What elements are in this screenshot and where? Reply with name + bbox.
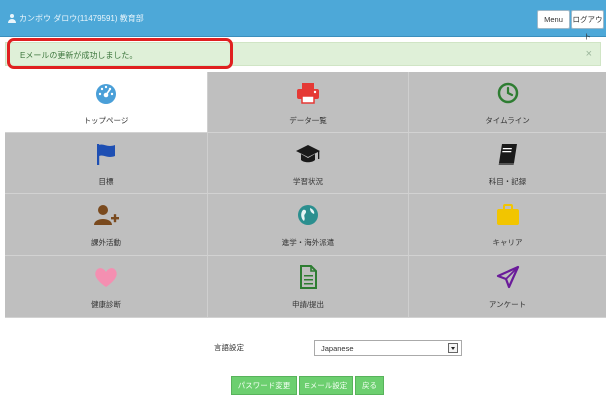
language-label: 言語設定: [214, 343, 244, 352]
tile-label: 申請/提出: [291, 300, 325, 309]
tile-subjects-records[interactable]: 科目・記録: [409, 133, 606, 194]
tile-study-status[interactable]: 学習状況: [208, 133, 409, 194]
paper-plane-icon: [494, 264, 522, 290]
tile-label: 課外活動: [91, 238, 121, 247]
flag-icon: [92, 141, 120, 167]
back-button[interactable]: 戻る: [355, 376, 384, 395]
document-icon: [294, 264, 322, 290]
tile-label: 科目・記録: [488, 177, 527, 186]
highlight-annotation: [7, 38, 233, 69]
globe-icon: [294, 202, 322, 228]
tile-data-list[interactable]: データ一覧: [208, 72, 409, 133]
tile-application-submission[interactable]: 申請/提出: [208, 256, 409, 318]
tile-label: アンケート: [488, 300, 527, 309]
tile-survey[interactable]: アンケート: [409, 256, 606, 318]
user-info: カンボウ ダロウ(11479591) 教育部: [8, 13, 144, 24]
tile-label: 進学・海外派遣: [281, 238, 335, 247]
user-icon: [8, 14, 16, 23]
tile-extracurricular[interactable]: 課外活動: [5, 194, 208, 256]
chevron-down-icon: [448, 343, 458, 353]
language-select[interactable]: Japanese: [314, 340, 462, 356]
close-icon[interactable]: ×: [586, 48, 592, 60]
menu-button[interactable]: Menu: [537, 10, 570, 29]
clock-icon: [494, 80, 522, 106]
tile-label: データ一覧: [289, 116, 327, 125]
briefcase-icon: [494, 202, 522, 228]
heart-icon: [92, 264, 120, 290]
tile-label: タイムライン: [485, 116, 530, 125]
tile-timeline[interactable]: タイムライン: [409, 72, 606, 133]
menu-grid: トップページ データ一覧 タイムライン 目標 学習状況 科目・記録 課外活動 進…: [5, 72, 606, 318]
tile-label: 学習状況: [293, 177, 323, 186]
email-settings-button[interactable]: Eメール設定: [299, 376, 353, 395]
dashboard-icon: [92, 80, 120, 106]
tile-label: キャリア: [492, 238, 523, 247]
tile-goals[interactable]: 目標: [5, 133, 208, 194]
user-name: カンボウ ダロウ(11479591) 教育部: [19, 14, 144, 23]
user-plus-icon: [92, 202, 120, 228]
tile-higher-education-abroad[interactable]: 進学・海外派遣: [208, 194, 409, 256]
tile-health-checkup[interactable]: 健康診断: [5, 256, 208, 318]
change-password-button[interactable]: パスワード変更: [231, 376, 297, 395]
tile-top-page[interactable]: トップページ: [5, 72, 208, 133]
tile-label: トップページ: [83, 116, 129, 125]
tile-career[interactable]: キャリア: [409, 194, 606, 256]
tile-label: 健康診断: [91, 300, 121, 309]
printer-icon: [294, 80, 322, 106]
settings-footer: 言語設定 Japanese パスワード変更 Eメール設定 戻る: [0, 318, 606, 396]
graduation-cap-icon: [294, 141, 322, 167]
logout-button[interactable]: ログアウト: [571, 10, 604, 41]
language-value: Japanese: [321, 344, 354, 353]
book-icon: [494, 141, 522, 167]
tile-label: 目標: [98, 177, 114, 186]
top-bar: カンボウ ダロウ(11479591) 教育部 Menu ログアウト: [0, 0, 606, 41]
